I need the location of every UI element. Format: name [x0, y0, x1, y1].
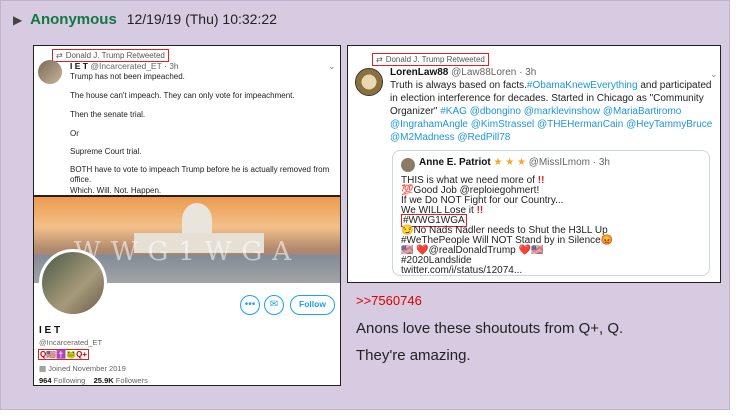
- bio-emoji-boxed: Q🇺🇸✝️🐸Q+: [38, 349, 89, 360]
- post: ▶ Anonymous 12/19/19 (Thu) 10:32:22 ⇄ Don…: [0, 0, 730, 410]
- post-message-line: They're amazing.: [356, 347, 471, 364]
- tweet-text-line: Organizer" #KAG @dbongino @marklevinshow…: [390, 106, 682, 117]
- retweet-label: ⇄ Donald J. Trump Retweeted: [372, 53, 489, 66]
- followers-count: 25.9K: [93, 376, 114, 385]
- message-button[interactable]: ✉: [264, 295, 284, 315]
- profile-avatar: [39, 249, 107, 317]
- display-name: Anne E. Patriot: [419, 157, 491, 168]
- chevron-down-icon: ⌄: [328, 61, 336, 71]
- mention-links[interactable]: #KAG @dbongino @marklevinshow @MariaBart…: [440, 106, 681, 117]
- follow-stats: 964 Following 25.9K Followers: [39, 376, 148, 385]
- expand-triangle-icon[interactable]: ▶: [13, 13, 22, 27]
- tweet-text-line: in election interference for decades. St…: [390, 93, 704, 104]
- following-count: 964: [39, 376, 52, 385]
- profile-screenshot[interactable]: WWG1WGA ••• ✉ Follow I E T @Incarcerated…: [33, 196, 341, 386]
- profile-bio: Q🇺🇸✝️🐸Q+: [38, 349, 89, 360]
- tweet-text-line: BOTH have to vote to impeach Trump befor…: [70, 165, 330, 174]
- tweet-text-line: Trump has not been impeached.: [70, 72, 185, 81]
- retweet-icon: ⇄: [376, 55, 383, 64]
- profile-name: I E T: [39, 325, 61, 336]
- joined-date: ▦ Joined November 2019: [39, 364, 126, 373]
- mention-links[interactable]: @IngrahamAngle @KimStrassel @THEHermanCa…: [390, 119, 712, 130]
- quoted-tweet[interactable]: Anne E. Patriot ★ ★ ★ @MissILmom · 3h TH…: [392, 150, 710, 276]
- tweet-text-line: Then the senate trial.: [70, 110, 146, 119]
- tweet-text-line: office.: [70, 175, 92, 184]
- tweet-text-line: The house can't impeach. They can only v…: [70, 91, 295, 100]
- post-message-line: Anons love these shoutouts from Q+, Q.: [356, 320, 624, 337]
- hashtag-link[interactable]: #ObamaKnewEverything: [527, 80, 638, 91]
- quote-text-line: twitter.com/i/status/12074...: [401, 265, 523, 276]
- tweet-screenshot-2[interactable]: ⇄ Donald J. Trump Retweeted LorenLaw88 @L…: [347, 45, 721, 283]
- poster-name: Anonymous: [30, 11, 117, 28]
- banner-text: WWG1WGA: [74, 237, 302, 267]
- following-label: Following: [53, 376, 86, 385]
- tweet-text-line: Which. Will. Not. Happen.: [70, 186, 162, 195]
- tweet-author: LorenLaw88 @Law88Loren · 3h: [390, 67, 536, 78]
- handle-time: @Law88Loren · 3h: [451, 67, 537, 78]
- tweet-text-line: Or: [70, 129, 79, 138]
- reply-link[interactable]: >>7560746: [356, 293, 422, 308]
- tweet-screenshot-1[interactable]: ⇄ Donald J. Trump Retweeted I E T @Incarc…: [33, 45, 341, 196]
- followers-label: Followers: [115, 376, 148, 385]
- calendar-icon: ▦: [39, 364, 47, 373]
- avatar: [401, 158, 415, 172]
- more-button[interactable]: •••: [240, 295, 260, 315]
- quoted-author: Anne E. Patriot ★ ★ ★ @MissILmom · 3h: [419, 157, 610, 168]
- chevron-down-icon: ⌄: [710, 69, 718, 79]
- post-header: ▶ Anonymous 12/19/19 (Thu) 10:32:22: [13, 11, 277, 28]
- profile-handle: @Incarcerated_ET: [39, 338, 103, 347]
- handle-time: @Incarcerated_ET · 3h: [90, 61, 179, 71]
- display-name: LorenLaw88: [390, 67, 449, 78]
- avatar: [355, 68, 383, 96]
- star-icons: ★ ★ ★: [493, 157, 526, 168]
- capitol-dome: [182, 203, 212, 237]
- tweet-author: I E T @Incarcerated_ET · 3h: [70, 61, 179, 71]
- retweet-icon: ⇄: [56, 51, 63, 60]
- display-name: I E T: [70, 61, 88, 71]
- handle-time: @MissILmom · 3h: [528, 157, 610, 168]
- tweet-text-line: Truth is always based on facts.#ObamaKne…: [390, 80, 712, 91]
- double-exclamation-icon: !!: [476, 205, 484, 216]
- avatar: [38, 60, 62, 84]
- tweet-text-line: Supreme Court trial.: [70, 147, 142, 156]
- mention-links[interactable]: @M2Madness @RedPill78: [390, 132, 510, 143]
- post-datetime: 12/19/19 (Thu) 10:32:22: [126, 11, 277, 27]
- follow-button[interactable]: Follow: [290, 295, 335, 315]
